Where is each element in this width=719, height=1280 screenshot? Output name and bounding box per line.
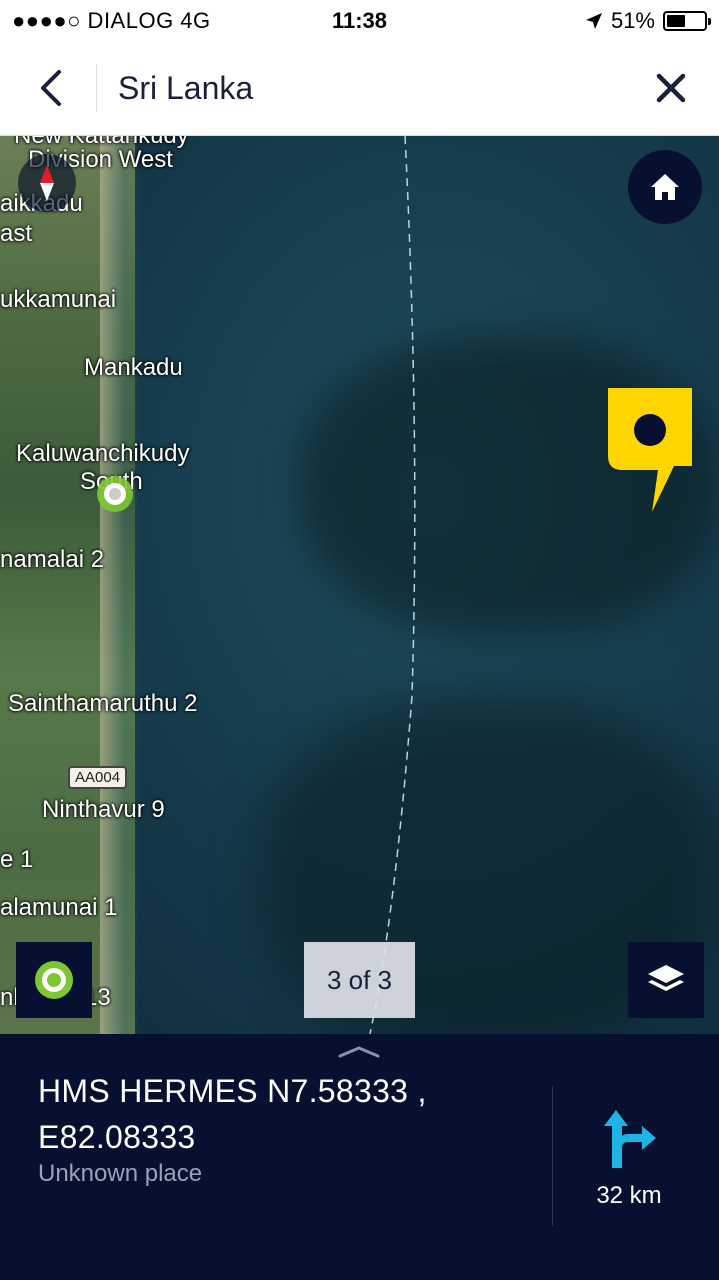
back-chevron-icon	[41, 70, 61, 106]
status-bar: ●●●●○ DIALOG 4G 11:38 51%	[0, 0, 719, 40]
search-input[interactable]: Sri Lanka	[118, 70, 253, 107]
route-distance: 32 km	[596, 1182, 662, 1209]
back-button[interactable]	[26, 62, 74, 114]
status-right: 51%	[585, 8, 711, 34]
map-view[interactable]: New Kattankudy Division West aikkadu ast…	[0, 136, 719, 1034]
pin-icon[interactable]	[608, 388, 698, 518]
place-label: e 1	[0, 846, 34, 873]
route-icon	[604, 1110, 656, 1168]
route-button[interactable]: 32 km	[570, 1104, 688, 1224]
place-label: Kaluwanchikudy	[16, 440, 190, 467]
expand-handle-icon[interactable]	[338, 1044, 380, 1058]
close-icon	[656, 73, 686, 103]
home-icon	[651, 174, 679, 200]
layers-button[interactable]	[628, 942, 704, 1018]
place-label: Ninthavur 9	[42, 796, 165, 823]
result-counter: 3 of 3	[304, 942, 415, 1018]
place-title: HMS HERMES N7.58333 , E82.08333	[38, 1073, 427, 1155]
place-label: ast	[0, 220, 33, 247]
place-subtitle: Unknown place	[38, 1160, 203, 1187]
compass-button[interactable]	[18, 154, 76, 212]
place-label: namalai 2	[0, 546, 105, 573]
place-label: Mankadu	[84, 354, 183, 381]
battery-icon	[663, 11, 711, 31]
place-details-panel[interactable]: HMS HERMES N7.58333 , E82.08333 Unknown …	[0, 1034, 719, 1280]
panel-divider	[552, 1086, 553, 1226]
road-sign: AA004	[68, 766, 128, 789]
header-divider	[96, 64, 97, 112]
compass-icon	[40, 165, 54, 201]
current-location-marker	[97, 476, 133, 512]
place-label: ukkamunai	[0, 286, 117, 313]
locate-icon	[35, 961, 73, 999]
home-button[interactable]	[628, 150, 702, 224]
layers-icon	[648, 965, 684, 991]
location-arrow-icon	[585, 13, 602, 29]
close-button[interactable]	[647, 64, 695, 112]
locate-button[interactable]	[16, 942, 92, 1018]
battery-percent: 51%	[610, 8, 655, 33]
place-label: Sainthamaruthu 2	[8, 690, 198, 717]
place-label: alamunai 1	[0, 894, 118, 921]
search-header: Sri Lanka	[0, 40, 719, 136]
